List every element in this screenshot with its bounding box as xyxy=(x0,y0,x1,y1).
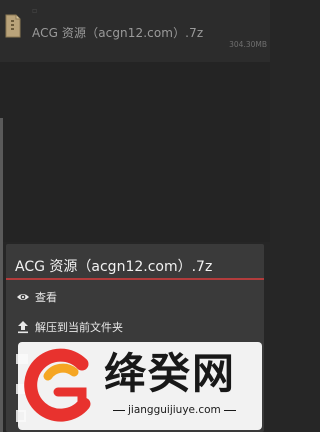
menu-item-extract-here[interactable]: 解压到当前文件夹 xyxy=(6,312,264,342)
upload-icon xyxy=(18,321,28,334)
scroll-edge xyxy=(0,118,3,432)
dim-overlay[interactable] xyxy=(0,62,270,242)
dash-right xyxy=(223,409,236,411)
eye-icon xyxy=(17,294,29,300)
menu-item-extract-here-label: 解压到当前文件夹 xyxy=(35,321,123,334)
file-name: ACG 资源（acgn12.com）.7z xyxy=(32,26,204,40)
archive-file-icon xyxy=(5,14,21,38)
menu-item-view[interactable]: 查看 xyxy=(6,282,264,312)
menu-item-view-label: 查看 xyxy=(35,291,57,304)
watermark-title: 绛癸网 xyxy=(104,349,237,398)
watermark-subtitle: jiangguijiuye.com xyxy=(110,404,260,416)
file-row[interactable]: ▫ ACG 资源（acgn12.com）.7z 304.30MB xyxy=(0,0,270,62)
watermark-logo-icon xyxy=(24,348,91,422)
dash-left xyxy=(113,409,125,411)
sheet-title: ACG 资源（acgn12.com）.7z xyxy=(15,259,213,275)
watermark-url: jiangguijiuye.com xyxy=(128,404,221,416)
sheet-divider xyxy=(6,278,264,280)
file-size: 304.30MB xyxy=(229,40,267,49)
toolbar-ghost-icon: ▫ xyxy=(32,6,38,15)
